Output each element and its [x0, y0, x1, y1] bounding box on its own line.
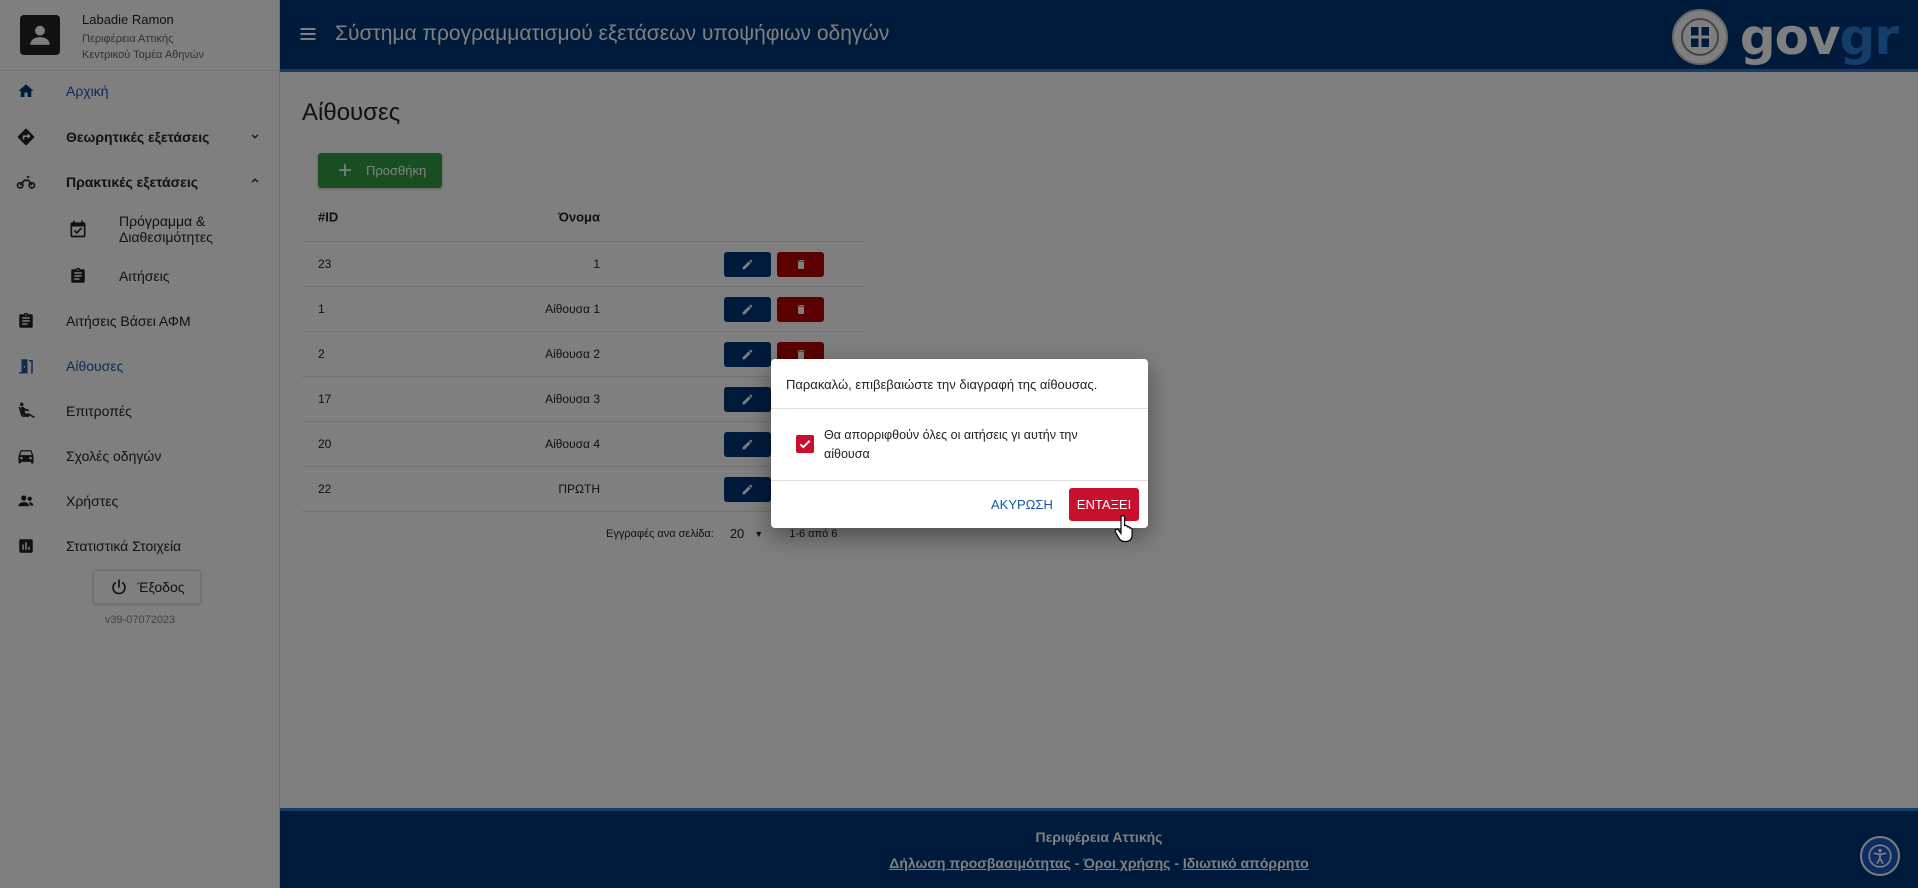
checkmark-icon [799, 440, 811, 449]
dialog-message: Παρακαλώ, επιβεβαιώστε την διαγραφή της … [786, 377, 1098, 392]
delete-confirm-dialog: Παρακαλώ, επιβεβαιώστε την διαγραφή της … [771, 359, 1148, 528]
reject-applications-checkbox[interactable] [796, 435, 814, 453]
cancel-button[interactable]: ΑΚΥΡΩΣΗ [991, 497, 1053, 512]
divider [771, 480, 1148, 481]
checkbox-label[interactable]: Θα απορριφθούν όλες οι αιτήσεις γι αυτήν… [824, 426, 1124, 464]
hand-cursor-icon [1114, 515, 1133, 543]
divider [771, 408, 1148, 409]
